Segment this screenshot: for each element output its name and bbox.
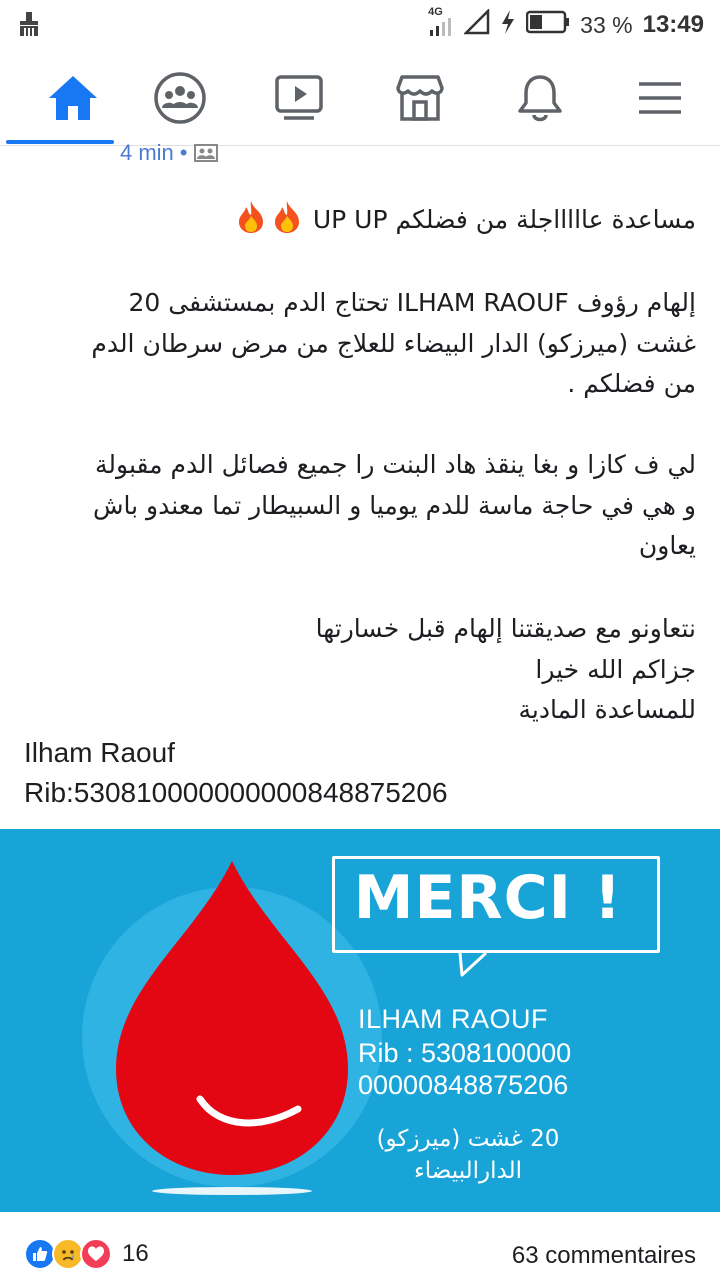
paragraph-1-text: مساعدة عاااااجلة من فضلكم UP UP <box>312 205 696 234</box>
love-reaction-icon <box>80 1238 112 1270</box>
image-name-text: ILHAM RAOUF <box>358 1004 549 1034</box>
image-rib-line-2: 00000848875206 <box>358 1070 569 1100</box>
reactions-summary[interactable]: 16 <box>24 1238 149 1270</box>
battery-percent: 33 % <box>580 11 633 38</box>
merci-text: MERCI ! <box>353 863 623 933</box>
fire-emoji-icon <box>236 200 266 234</box>
comments-count-link[interactable]: 63 commentaires <box>512 1242 696 1270</box>
tab-menu[interactable] <box>600 50 720 146</box>
tab-marketplace[interactable] <box>360 50 480 146</box>
post-line: للمساعدة المادية <box>518 695 696 724</box>
tab-home[interactable] <box>13 50 133 146</box>
post-line: غشت (ميرزكو) الدار البيضاء للعلاج من مرض… <box>91 328 696 358</box>
tab-watch[interactable] <box>240 50 360 146</box>
post-image[interactable]: MERCI ! ILHAM RAOUF Rib : 5308100000 000… <box>0 829 720 1212</box>
post-line: من فضلكم . <box>567 369 696 398</box>
image-hospital-line-2: الدارالبيضاء <box>413 1158 522 1184</box>
status-bar: 4G 33 % 13:49 <box>0 0 720 50</box>
audience-friends-icon <box>193 144 218 162</box>
cleaner-icon <box>18 12 40 41</box>
reaction-count: 16 <box>122 1240 149 1267</box>
video-icon <box>275 75 323 120</box>
post-line: و هي في حاجة ماسة للدم يوميا و السبيطار … <box>92 490 696 520</box>
marketplace-icon <box>396 75 444 121</box>
signal-4g-icon: 4G <box>428 6 454 38</box>
battery-icon <box>525 10 570 41</box>
clock: 13:49 <box>642 11 704 38</box>
post-paragraph-3: لي ف كازا و بغا ينقذ هاد البنت را جميع ف… <box>20 445 696 567</box>
groups-icon <box>154 72 206 124</box>
hamburger-menu-icon <box>639 82 681 114</box>
post-rib-line: Rib:530810000000000848875206 <box>24 777 448 808</box>
top-nav-bar <box>0 50 720 146</box>
tab-groups[interactable] <box>120 50 240 146</box>
post-meta: 4 min • <box>120 140 218 166</box>
post-time[interactable]: 4 min <box>120 140 174 166</box>
post-line: يعاون <box>638 531 696 560</box>
post-paragraph-2: إلهام رؤوف ILHAM RAOUF تحتاج الدم بمستشف… <box>20 283 696 405</box>
post-paragraph-4: نتعاونو مع صديقتنا إلهام قبل خسارتها جزا… <box>20 609 696 731</box>
tab-notifications[interactable] <box>480 50 600 146</box>
post-line: لي ف كازا و بغا ينقذ هاد البنت را جميع ف… <box>95 450 696 479</box>
charging-icon <box>500 9 516 42</box>
active-tab-indicator <box>6 140 114 144</box>
fire-emoji-icon <box>272 200 302 234</box>
image-hospital-line-1: 20 غشت (ميرزكو) <box>376 1126 560 1152</box>
post-footer: 16 63 commentaires <box>0 1212 720 1280</box>
post-paragraph-1: مساعدة عاااااجلة من فضلكم UP UP <box>20 200 696 241</box>
bell-icon <box>518 75 562 122</box>
post-name-line: Ilham Raouf <box>24 737 175 768</box>
home-icon <box>49 76 97 120</box>
image-rib-line-1: Rib : 5308100000 <box>358 1038 572 1068</box>
meta-separator: • <box>179 140 188 165</box>
post-line: إلهام رؤوف ILHAM RAOUF تحتاج الدم بمستشف… <box>128 288 696 317</box>
signal-triangle-icon <box>463 7 490 42</box>
post-line: نتعاونو مع صديقتنا إلهام قبل خسارتها <box>315 614 696 643</box>
post-line: جزاكم الله خيرا <box>535 654 696 684</box>
